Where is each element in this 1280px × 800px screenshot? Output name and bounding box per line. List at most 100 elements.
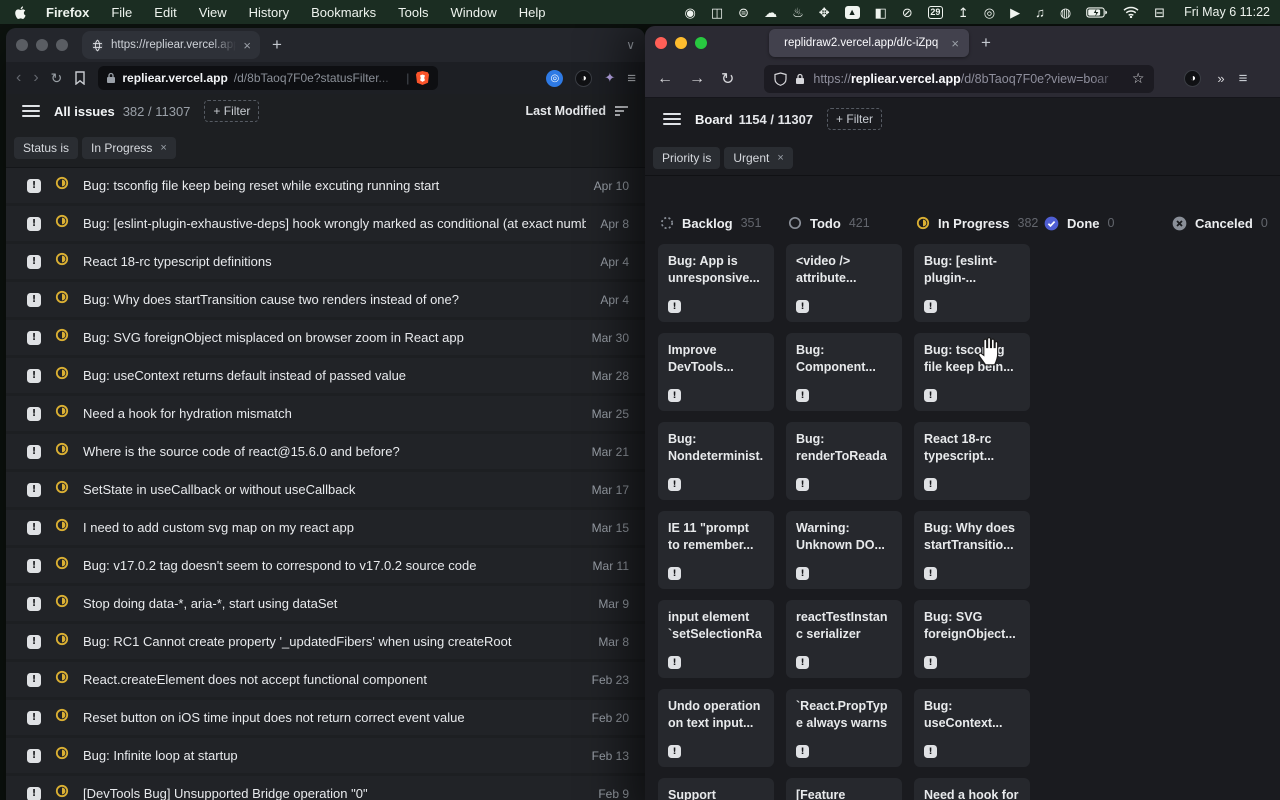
filter-chip-value[interactable]: In Progress × [82,137,176,159]
priority-urgent-icon[interactable]: ! [27,673,41,687]
status-in-progress-icon[interactable] [55,442,69,461]
close-window-button[interactable] [16,39,28,51]
priority-urgent-icon[interactable]: ! [924,478,937,491]
calendar-icon[interactable]: 29 [928,6,943,19]
brave-shield-icon[interactable] [415,70,430,86]
status-in-progress-icon[interactable] [55,594,69,613]
new-tab-button[interactable]: + [272,35,282,55]
issue-row[interactable]: ! I need to add custom svg map on my rea… [6,510,645,545]
priority-urgent-icon[interactable]: ! [668,389,681,402]
reload-button[interactable]: ↻ [721,69,734,89]
menu-history[interactable]: History [249,5,289,20]
camera-icon[interactable]: ◫ [711,6,723,19]
zoom-window-button[interactable] [695,37,707,49]
status-in-progress-icon[interactable] [55,328,69,347]
priority-urgent-icon[interactable]: ! [27,331,41,345]
traffic-lights-active[interactable] [655,37,707,49]
priority-urgent-icon[interactable]: ! [668,656,681,669]
issue-row[interactable]: ! Where is the source code of react@15.6… [6,434,645,469]
menu-window[interactable]: Window [451,5,497,20]
issue-card[interactable]: reactTestInstanc serializer ! [786,600,902,678]
issue-row[interactable]: ! Bug: v17.0.2 tag doesn't seem to corre… [6,548,645,583]
status-in-progress-icon[interactable] [55,290,69,309]
window-layout-icon[interactable]: ◧ [875,6,887,19]
status-in-progress-icon[interactable] [55,404,69,423]
volume-icon[interactable]: ♫ [1035,6,1045,19]
issue-card[interactable]: Undo operation on text input... ! [658,689,774,767]
issue-row[interactable]: ! Bug: [eslint-plugin-exhaustive-deps] h… [6,206,645,241]
issue-card[interactable]: Bug: Component... ! [786,333,902,411]
priority-urgent-icon[interactable]: ! [924,567,937,580]
issue-card[interactable]: Bug: useContext... ! [914,689,1030,767]
status-in-progress-icon[interactable] [55,214,69,233]
extension-icon[interactable]: ◑ [1184,70,1201,87]
issue-row[interactable]: ! React.createElement does not accept fu… [6,662,645,697]
priority-urgent-icon[interactable]: ! [27,483,41,497]
status-in-progress-icon[interactable] [55,708,69,727]
priority-urgent-icon[interactable]: ! [27,711,41,725]
menu-view[interactable]: View [199,5,227,20]
issue-row[interactable]: ! Reset button on iOS time input does no… [6,700,645,735]
zoom-window-button[interactable] [56,39,68,51]
extension-icon[interactable]: ◑ [575,70,592,87]
priority-urgent-icon[interactable]: ! [27,521,41,535]
priority-urgent-icon[interactable]: ! [27,597,41,611]
brew-icon[interactable]: ♨ [792,6,804,19]
status-in-progress-icon[interactable] [55,366,69,385]
issue-card[interactable]: Improve DevTools... ! [658,333,774,411]
browser-tab[interactable]: https://repliear.vercel.app/d/8b × [82,31,260,59]
priority-urgent-icon[interactable]: ! [924,300,937,313]
issue-card[interactable]: Bug: App is unresponsive... ! [658,244,774,322]
issue-row[interactable]: ! Bug: Why does startTransition cause tw… [6,282,645,317]
browser-tab[interactable]: replidraw2.vercel.app/d/c-iZpq × [769,29,969,57]
issue-card[interactable]: Bug: Why does startTransitio... ! [914,511,1030,589]
priority-urgent-icon[interactable]: ! [27,787,41,800]
filter-chip-field[interactable]: Status is [14,137,78,159]
filter-chip-close-icon[interactable]: × [160,142,166,154]
docker-icon[interactable]: ⊜ [738,6,749,19]
priority-urgent-icon[interactable]: ! [796,745,809,758]
priority-urgent-icon[interactable]: ! [668,745,681,758]
priority-urgent-icon[interactable]: ! [924,389,937,402]
issue-card[interactable]: Bug: [eslint- plugin-... ! [914,244,1030,322]
url-field[interactable]: https:// repliear.vercel.app /d/8bTaoq7F… [764,65,1154,93]
vercel-icon[interactable]: ▲ [845,6,860,19]
filter-chip-close-icon[interactable]: × [777,152,783,164]
issue-card[interactable]: Need a hook for hydration... ! [914,778,1030,800]
filter-chip-value[interactable]: Urgent × [724,147,792,169]
bookmark-star-icon[interactable]: ☆ [1132,70,1145,87]
add-filter-button[interactable]: + Filter [204,100,259,122]
priority-urgent-icon[interactable]: ! [27,217,41,231]
apple-icon[interactable] [14,5,28,20]
issue-card[interactable]: IE 11 "prompt to remember... ! [658,511,774,589]
status-in-progress-icon[interactable] [55,784,69,800]
priority-urgent-icon[interactable]: ! [796,478,809,491]
priority-urgent-icon[interactable]: ! [796,656,809,669]
add-filter-button[interactable]: + Filter [827,108,882,130]
issue-row[interactable]: ! Bug: SVG foreignObject misplaced on br… [6,320,645,355]
issue-card[interactable]: <video /> attribute... ! [786,244,902,322]
bookmark-icon[interactable] [74,71,86,85]
tracking-shield-icon[interactable] [774,72,787,86]
issue-card[interactable]: Bug: Nondeterminist. ! [658,422,774,500]
issue-card[interactable]: Warning: Unknown DO... ! [786,511,902,589]
priority-urgent-icon[interactable]: ! [668,478,681,491]
issue-row[interactable]: ! Bug: useContext returns default instea… [6,358,645,393]
priority-urgent-icon[interactable]: ! [27,635,41,649]
close-window-button[interactable] [655,37,667,49]
status-in-progress-icon[interactable] [55,176,69,195]
menu-icon[interactable]: ≡ [627,70,635,87]
menu-edit[interactable]: Edit [154,5,176,20]
priority-urgent-icon[interactable]: ! [27,559,41,573]
status-in-progress-icon[interactable] [55,746,69,765]
status-in-progress-icon[interactable] [55,556,69,575]
priority-urgent-icon[interactable]: ! [668,300,681,313]
wifi-icon[interactable] [1123,6,1139,18]
priority-urgent-icon[interactable]: ! [27,749,41,763]
sidebar-menu-icon[interactable] [663,113,681,125]
sort-control[interactable]: Last Modified [525,104,629,118]
issue-row[interactable]: ! SetState in useCallback or without use… [6,472,645,507]
status-in-progress-icon[interactable] [55,252,69,271]
status-in-progress-icon[interactable] [55,518,69,537]
screen-record-icon[interactable]: ◉ [685,6,696,19]
